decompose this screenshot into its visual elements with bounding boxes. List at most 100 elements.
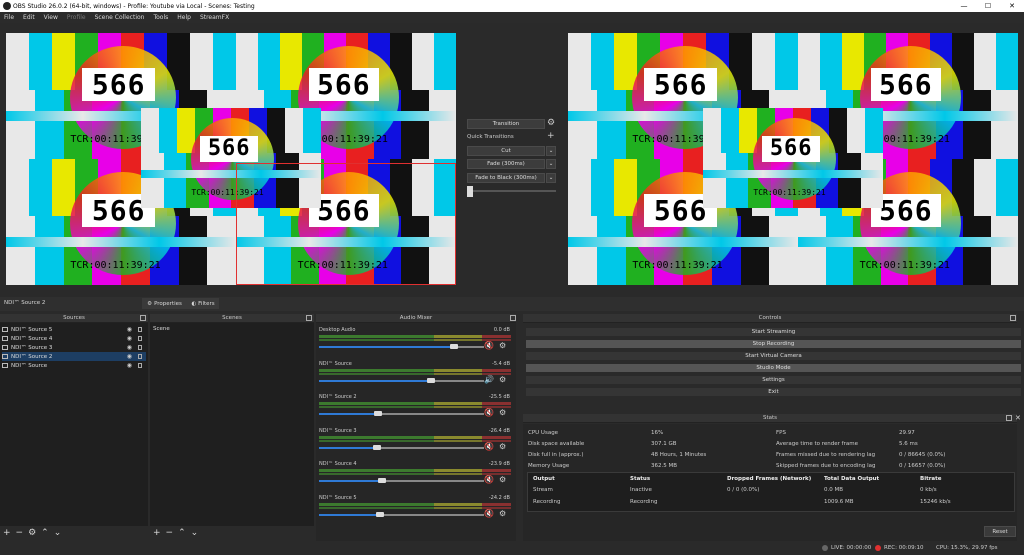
stat-value: 362.5 MB (651, 463, 678, 469)
volume-slider-handle[interactable] (427, 377, 435, 383)
properties-button[interactable]: ⚙ Properties (142, 298, 187, 309)
maximize-button[interactable]: ☐ (976, 0, 1000, 12)
undock-icon[interactable] (1010, 315, 1016, 321)
source-item[interactable]: NDI™ Source 5 ◉ (2, 325, 146, 334)
volume-slider-handle[interactable] (373, 444, 381, 450)
gear-icon[interactable]: ⚙ (499, 475, 506, 484)
menu-edit[interactable]: Edit (23, 14, 35, 21)
remove-icon[interactable]: − (166, 528, 174, 538)
volume-meter (319, 469, 511, 472)
remove-icon[interactable]: − (16, 528, 24, 538)
source-selection-box[interactable] (236, 163, 456, 285)
filters-button[interactable]: ◐ Filters (187, 298, 219, 309)
source-item[interactable]: NDI™ Source 3 ◉ (2, 343, 146, 352)
stat-label: FPS (776, 430, 786, 436)
visibility-eye-icon[interactable]: ◉ (127, 362, 132, 369)
transition-button[interactable]: Transition (467, 119, 545, 129)
volume-meter (319, 502, 511, 506)
gear-icon[interactable]: ⚙ (499, 442, 506, 451)
gear-icon[interactable]: ⚙ (499, 408, 506, 417)
volume-slider-fill (319, 446, 377, 449)
gear-icon[interactable]: ⚙ (499, 375, 506, 384)
frame-number: 566 (200, 136, 258, 162)
start-streaming-button[interactable]: Start Streaming (525, 327, 1022, 337)
source-item[interactable]: NDI™ Source 4 ◉ (2, 334, 146, 343)
start-virtual-camera-button[interactable]: Start Virtual Camera (525, 351, 1022, 361)
gear-icon[interactable]: ⚙ (499, 341, 506, 350)
program-canvas[interactable]: 566 TCR:00:11:39:21 566 TCR:00:11:39:21 566 T… (568, 33, 1018, 285)
menu-help[interactable]: Help (177, 14, 191, 21)
add-transition-icon[interactable]: + (547, 131, 555, 141)
lock-icon[interactable] (138, 345, 142, 350)
lock-icon[interactable] (138, 327, 142, 332)
volume-slider-fill (319, 480, 382, 482)
reset-stats-button[interactable]: Reset (984, 526, 1016, 537)
move-up-icon[interactable]: ⌃ (178, 528, 186, 538)
speaker-icon[interactable]: 🔊 (484, 375, 494, 384)
gear-icon[interactable]: ⚙ (28, 528, 36, 538)
volume-slider-handle[interactable] (374, 411, 382, 416)
undock-icon[interactable] (510, 315, 516, 321)
visibility-eye-icon[interactable]: ◉ (127, 353, 132, 360)
muted-speaker-icon[interactable]: 🔇 (484, 475, 494, 484)
scene-item[interactable]: Scene (153, 326, 170, 332)
menu-profile[interactable]: Profile (67, 14, 86, 21)
quick-transition-cut[interactable]: Cut (467, 146, 545, 156)
move-up-icon[interactable]: ⌃ (41, 528, 49, 538)
minimize-button[interactable]: — (952, 0, 976, 12)
lock-icon[interactable] (138, 363, 142, 368)
t-bar-handle[interactable] (467, 186, 473, 197)
volume-slider-handle[interactable] (376, 511, 384, 517)
muted-speaker-icon[interactable]: 🔇 (484, 408, 494, 417)
visibility-eye-icon[interactable]: ◉ (127, 335, 132, 342)
undock-icon[interactable] (306, 315, 312, 321)
transition-settings-gear-icon[interactable]: ⚙ (547, 118, 555, 128)
frame-number: 566 (643, 68, 718, 101)
muted-speaker-icon[interactable]: 🔇 (484, 442, 494, 451)
source-item[interactable]: NDI™ Source 2 ◉ (2, 352, 146, 361)
menu-scene-collection[interactable]: Scene Collection (95, 14, 145, 21)
menu-file[interactable]: File (4, 14, 14, 21)
table-cell: 15246 kb/s (920, 499, 951, 505)
undock-icon[interactable] (140, 315, 146, 321)
live-indicator-icon (822, 545, 828, 551)
undock-icon[interactable] (1006, 415, 1012, 421)
source-item[interactable]: NDI™ Source ◉ (2, 361, 146, 370)
window-title: OBS Studio 26.0.2 (64-bit, windows) - Pr… (13, 2, 255, 10)
lock-icon[interactable] (138, 336, 142, 341)
chevron-down-icon[interactable]: ⌄ (546, 173, 556, 183)
frame-number: 566 (870, 68, 941, 101)
chevron-down-icon[interactable]: ⌄ (546, 159, 556, 169)
settings-button[interactable]: Settings (525, 375, 1022, 385)
visibility-eye-icon[interactable]: ◉ (127, 344, 132, 351)
move-down-icon[interactable]: ⌄ (191, 528, 199, 538)
menu-view[interactable]: View (44, 14, 58, 21)
volume-slider-handle[interactable] (450, 344, 458, 349)
quick-transition-fade[interactable]: Fade (300ms) (467, 159, 545, 169)
add-icon[interactable]: + (153, 528, 161, 538)
close-icon[interactable]: ✕ (1015, 414, 1021, 422)
menu-streamfx[interactable]: StreamFX (200, 14, 229, 21)
volume-meter (319, 339, 511, 341)
add-icon[interactable]: + (3, 528, 11, 538)
stop-recording-button[interactable]: Stop Recording (525, 339, 1022, 349)
lock-icon[interactable] (138, 354, 142, 359)
table-cell: Stream (533, 487, 553, 493)
exit-button[interactable]: Exit (525, 387, 1022, 397)
studio-mode-button[interactable]: Studio Mode (525, 363, 1022, 373)
table-cell: 0 kb/s (920, 487, 937, 493)
preview-canvas[interactable]: 566 TCR:00:11:39:21 566 TCR:00:11:39:21 566 T… (6, 33, 456, 285)
visibility-eye-icon[interactable]: ◉ (127, 326, 132, 333)
gear-icon[interactable]: ⚙ (499, 509, 506, 518)
move-down-icon[interactable]: ⌄ (54, 528, 62, 538)
muted-speaker-icon[interactable]: 🔇 (484, 509, 494, 518)
quick-transition-fade-to-black[interactable]: Fade to Black (300ms) (467, 173, 545, 183)
volume-slider-handle[interactable] (378, 478, 386, 483)
chevron-down-icon[interactable]: ⌄ (546, 146, 556, 156)
muted-speaker-icon[interactable]: 🔇 (484, 341, 494, 350)
menu-tools[interactable]: Tools (153, 14, 168, 21)
close-button[interactable]: ✕ (1000, 0, 1024, 12)
stat-value: 5.6 ms (899, 441, 918, 447)
scenes-toolbar: + − ⌃ ⌄ (150, 526, 314, 540)
t-bar-track[interactable] (467, 190, 556, 192)
